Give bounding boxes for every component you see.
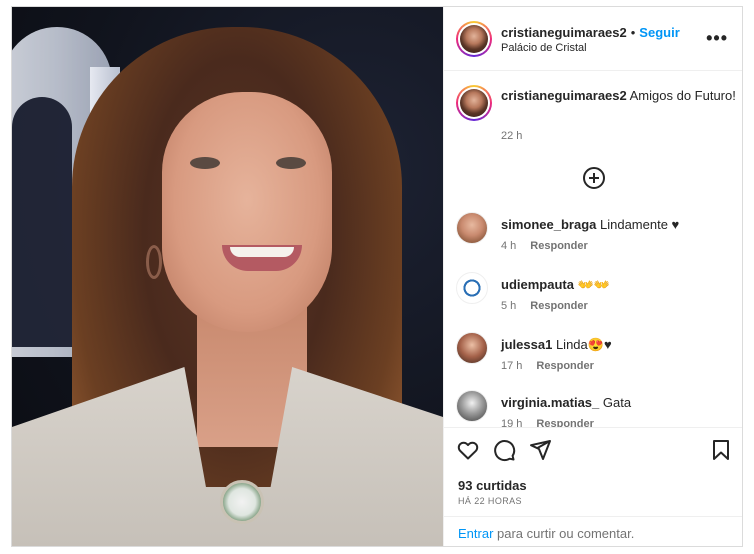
caption-username[interactable]: cristianeguimaraes2 bbox=[501, 88, 627, 103]
comment-time: 17 h bbox=[501, 360, 523, 372]
comment-time: 4 h bbox=[501, 240, 517, 252]
post-side-panel: cristianeguimaraes2 • Seguir Palácio de Cr… bbox=[443, 7, 742, 546]
comment-body: Lindamente ♥ bbox=[600, 217, 680, 232]
header-user-line: cristianeguimaraes2 • Seguir bbox=[501, 25, 680, 40]
reply-button[interactable]: Responder bbox=[536, 360, 593, 372]
comment-username[interactable]: simonee_braga bbox=[501, 217, 596, 232]
comment-meta: 4 h Responder bbox=[501, 240, 588, 252]
photo-earring bbox=[146, 245, 162, 279]
follow-button[interactable]: Seguir bbox=[639, 25, 679, 40]
comment-icon[interactable] bbox=[492, 438, 516, 462]
comment-avatar[interactable] bbox=[456, 272, 488, 304]
caption-time: 22 h bbox=[501, 130, 523, 142]
plus-circle-icon[interactable] bbox=[583, 167, 605, 189]
photo-face bbox=[162, 92, 332, 332]
comment-meta: 17 h Responder bbox=[501, 360, 594, 372]
photo-eye bbox=[190, 157, 220, 169]
comment-username[interactable]: julessa1 bbox=[501, 337, 552, 352]
login-link[interactable]: Entrar bbox=[458, 526, 493, 541]
likes-count[interactable]: 93 curtidas bbox=[458, 478, 527, 493]
comment-item: julessa1 Linda😍♥ 17 h Responder bbox=[456, 332, 736, 382]
comment-username[interactable]: virginia.matias_ bbox=[501, 395, 599, 410]
comment-time: 5 h bbox=[501, 300, 517, 312]
login-prompt-text: para curtir ou comentar. bbox=[493, 526, 635, 541]
author-username[interactable]: cristianeguimaraes2 bbox=[501, 25, 627, 40]
comment-avatar[interactable] bbox=[456, 390, 488, 422]
comment-meta: 19 h Responder bbox=[501, 418, 594, 427]
photo-eye bbox=[276, 157, 306, 169]
post-modal: cristianeguimaraes2 • Seguir Palácio de Cr… bbox=[11, 6, 743, 547]
comment-time: 19 h bbox=[501, 418, 523, 427]
comment-avatar[interactable] bbox=[456, 212, 488, 244]
post-photo[interactable] bbox=[12, 7, 443, 546]
comment-item: virginia.matias_ Gata 19 h Responder bbox=[456, 390, 736, 427]
comment-body: Linda😍♥ bbox=[555, 337, 612, 352]
caption-text: cristianeguimaraes2 Amigos do Futuro! bbox=[501, 87, 736, 104]
comment-username[interactable]: udiempauta bbox=[501, 277, 574, 292]
comment-text: udiempauta 👐👐 bbox=[501, 277, 610, 293]
caption-avatar[interactable] bbox=[456, 85, 492, 121]
share-icon[interactable] bbox=[528, 438, 552, 462]
more-icon[interactable]: ••• bbox=[706, 29, 728, 47]
comment-avatar[interactable] bbox=[456, 332, 488, 364]
post-age: Há 22 horas bbox=[458, 496, 522, 506]
post-location[interactable]: Palácio de Cristal bbox=[501, 42, 587, 54]
heart-icon[interactable] bbox=[456, 438, 480, 462]
reply-button[interactable]: Responder bbox=[530, 300, 587, 312]
photo-teeth bbox=[230, 247, 294, 257]
separator-dot: • bbox=[630, 25, 636, 40]
comment-text: julessa1 Linda😍♥ bbox=[501, 337, 612, 353]
comment-body: Gata bbox=[602, 395, 632, 410]
comment-meta: 5 h Responder bbox=[501, 300, 588, 312]
action-bar: 93 curtidas Há 22 horas Entrar para curt… bbox=[444, 427, 742, 546]
login-prompt: Entrar para curtir ou comentar. bbox=[444, 516, 742, 546]
comment-text: simonee_braga Lindamente ♥ bbox=[501, 217, 679, 232]
bookmark-icon[interactable] bbox=[709, 438, 733, 462]
comment-text: virginia.matias_ Gata bbox=[501, 395, 631, 410]
caption-body: Amigos do Futuro! bbox=[629, 88, 736, 103]
comment-item: simonee_braga Lindamente ♥ 4 h Responder bbox=[456, 212, 736, 262]
comment-body: 👐👐 bbox=[577, 277, 610, 292]
comments-list[interactable]: cristianeguimaraes2 Amigos do Futuro! 22… bbox=[444, 72, 742, 427]
reply-button[interactable]: Responder bbox=[530, 240, 587, 252]
reply-button[interactable]: Responder bbox=[536, 418, 593, 427]
author-avatar[interactable] bbox=[456, 21, 492, 57]
comment-item: udiempauta 👐👐 5 h Responder bbox=[456, 272, 736, 322]
post-header: cristianeguimaraes2 • Seguir Palácio de Cr… bbox=[444, 7, 742, 71]
photo-pendant bbox=[220, 480, 264, 524]
